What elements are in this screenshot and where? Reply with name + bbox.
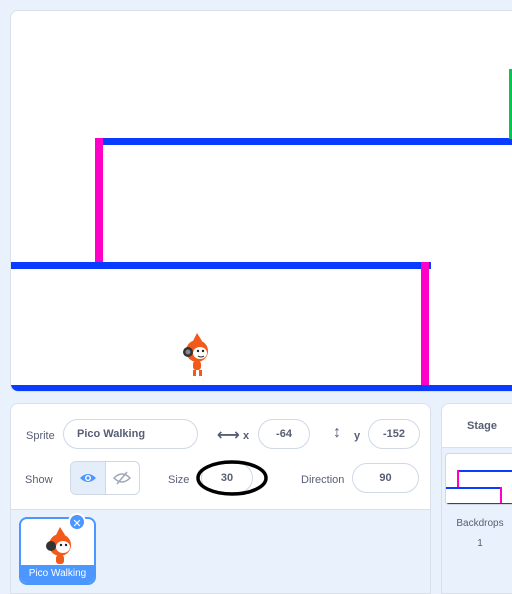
- show-sprite-button[interactable]: [71, 462, 105, 494]
- x-position-icon: ⟷: [217, 427, 240, 444]
- platform-ground: [11, 385, 512, 391]
- platform-middle: [11, 262, 431, 269]
- sprite-tile-pico-walking[interactable]: Pico Walking: [19, 517, 96, 585]
- eye-icon: [79, 474, 96, 482]
- stage-drawing: [11, 69, 512, 391]
- eye-hidden-icon: [113, 471, 132, 485]
- direction-label: Direction: [301, 474, 345, 486]
- backdrops-label: Backdrops: [456, 518, 504, 529]
- stage-thumbnail[interactable]: [445, 453, 512, 505]
- sprite-name-field[interactable]: Pico Walking: [63, 419, 198, 449]
- platform-top: [96, 138, 512, 145]
- stage-thumbnail-drawing: [446, 470, 512, 504]
- size-label: Size: [168, 474, 190, 486]
- x-label: x: [243, 430, 250, 442]
- show-toggle-group: [70, 461, 140, 495]
- sprite-tile-name: Pico Walking: [21, 565, 94, 583]
- x-field[interactable]: -64: [258, 419, 310, 449]
- y-position-icon: ↕: [333, 424, 341, 441]
- show-label: Show: [25, 474, 53, 486]
- y-label: y: [354, 430, 361, 442]
- stage-panel-title: Stage: [442, 404, 512, 448]
- hide-sprite-button[interactable]: [104, 462, 140, 494]
- annotation-ellipse: [196, 460, 268, 496]
- stage-panel-body: Backdrops 1: [442, 448, 512, 593]
- wall-lower-right: [421, 262, 429, 387]
- pico-walking-sprite[interactable]: [183, 333, 208, 376]
- backdrops-count: 1: [477, 538, 483, 549]
- stage-target-panel[interactable]: Stage Backdrops 1: [441, 403, 512, 594]
- delete-sprite-icon[interactable]: ✕: [68, 513, 86, 531]
- stage-canvas[interactable]: [10, 10, 512, 392]
- wall-upper-left: [95, 138, 103, 263]
- y-field[interactable]: -152: [368, 419, 420, 449]
- sprite-info-panel: Sprite Pico Walking ⟷ x -64 ↕ y -152 Sho…: [10, 403, 431, 509]
- pico-thumbnail-icon: [46, 527, 71, 564]
- sprite-label: Sprite: [26, 430, 55, 442]
- direction-field[interactable]: 90: [352, 463, 419, 493]
